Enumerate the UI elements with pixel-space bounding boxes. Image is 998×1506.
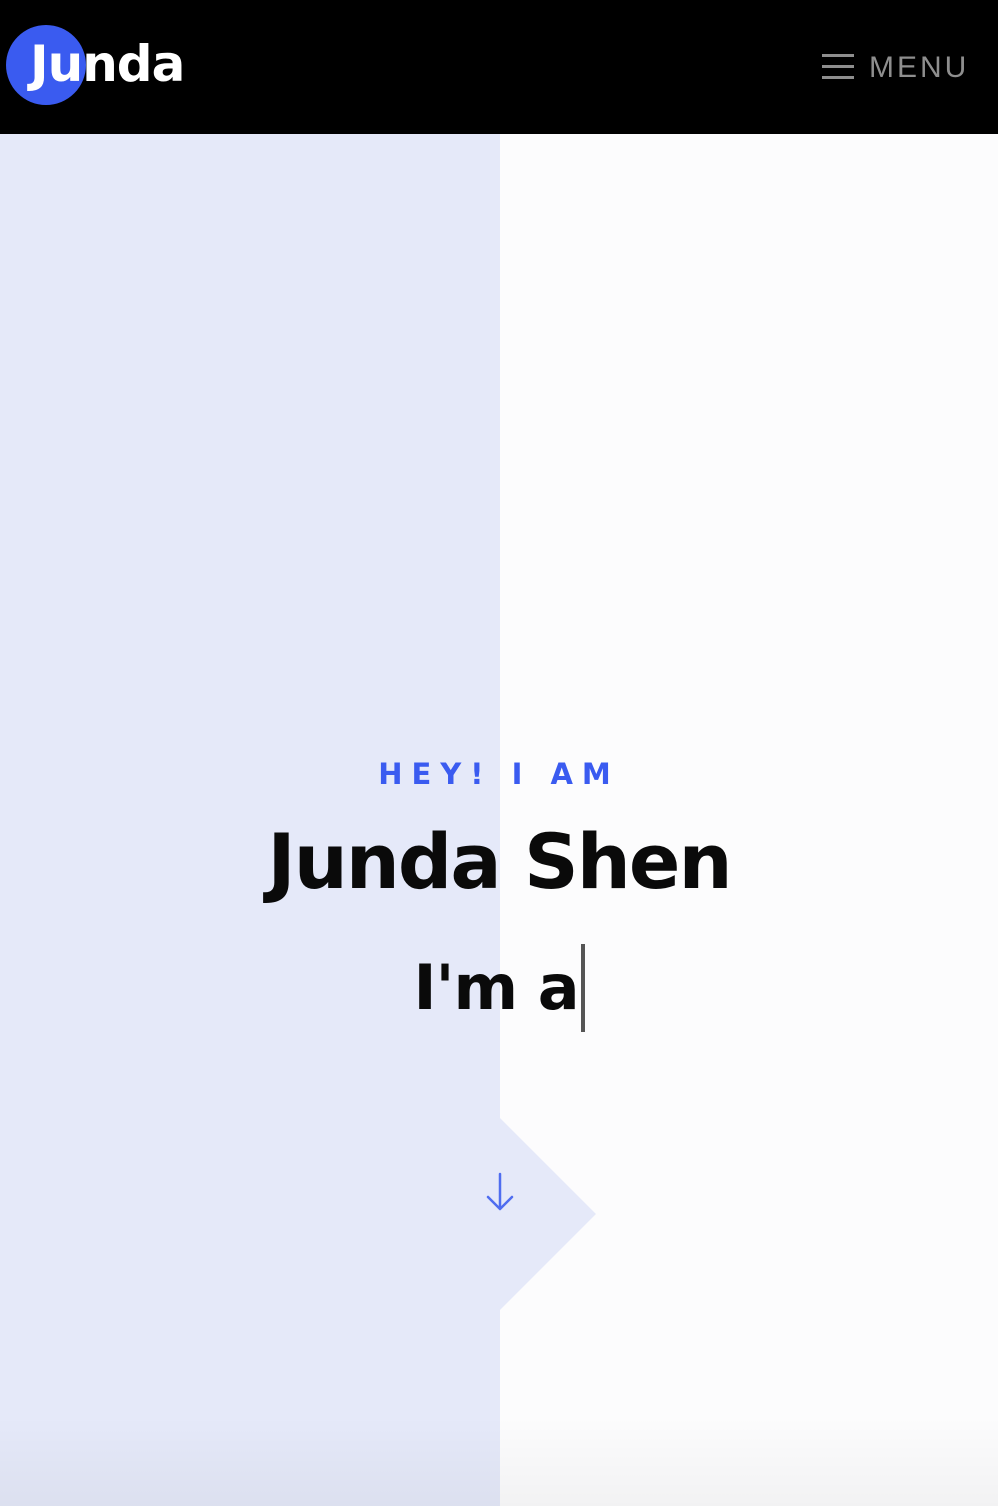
site-logo[interactable]: Junda — [6, 25, 246, 107]
hero-subtitle: HEY! I AM — [378, 757, 620, 791]
hero-bottom-shade — [0, 1416, 998, 1506]
menu-button[interactable]: MENU — [818, 44, 978, 90]
site-header: Junda MENU — [0, 0, 998, 134]
scroll-down-button[interactable] — [474, 1168, 526, 1220]
hero-section: HEY! I AM Junda Shen I'm a — [0, 134, 998, 1506]
arrow-down-icon — [486, 1172, 514, 1211]
typing-cursor — [580, 944, 585, 1032]
hero-typed-row: I'm a — [0, 942, 998, 1034]
hero-typed-text: I'm a — [413, 951, 579, 1024]
hero-name: Junda Shen — [267, 817, 732, 906]
page: Junda MENU HEY! I AM Junda Shen I'm a — [0, 0, 998, 1506]
menu-label: MENU — [869, 51, 970, 84]
hamburger-icon — [822, 54, 854, 80]
logo-text: Junda — [30, 35, 185, 93]
